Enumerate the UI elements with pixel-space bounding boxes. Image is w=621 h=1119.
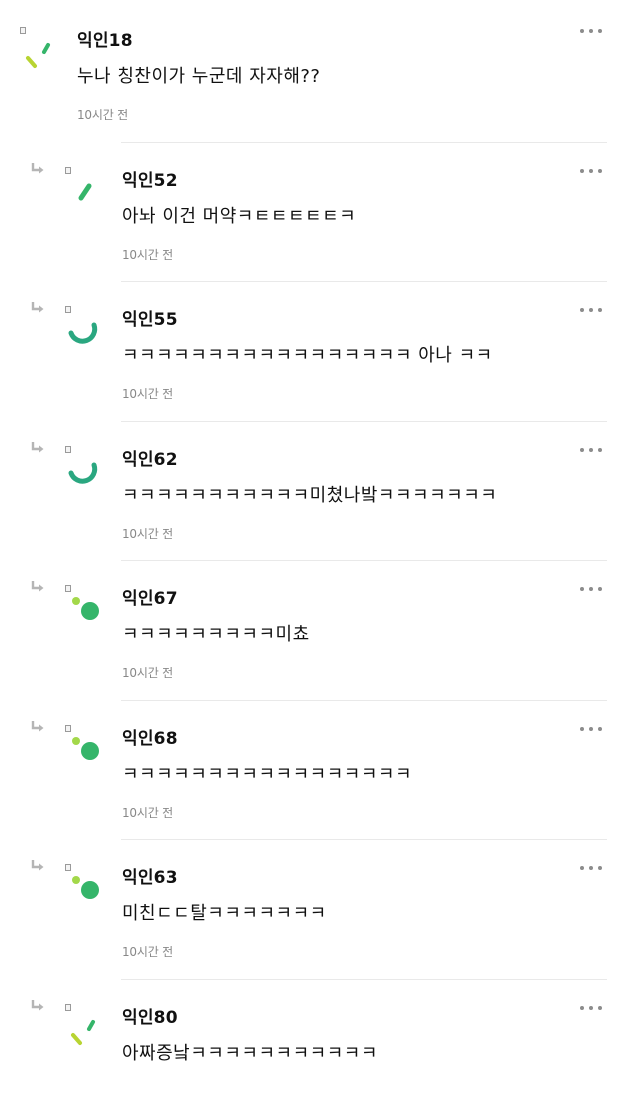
author-name[interactable]: 익인67 — [122, 584, 178, 609]
comment-item: 익인55 ㅋㅋㅋㅋㅋㅋㅋㅋㅋㅋㅋㅋㅋㅋㅋㅋㅋ 아나 ㅋㅋ 10시간 전 — [0, 281, 621, 421]
comment-text: 아놔 이건 머약ㅋㅌㅌㅌㅌㅌㅋ — [122, 205, 357, 227]
separator — [121, 699, 607, 701]
avatar[interactable] — [67, 1009, 107, 1049]
avatar[interactable] — [22, 32, 62, 72]
reply-arrow-icon — [31, 441, 44, 452]
reply-arrow-icon — [31, 999, 44, 1010]
timestamp: 10시간 전 — [122, 945, 174, 959]
comment-text: ㅋㅋㅋㅋㅋㅋㅋㅋㅋㅋㅋ미쳤나밬ㅋㅋㅋㅋㅋㅋㅋ — [122, 484, 498, 506]
author-name[interactable]: 익인52 — [122, 166, 178, 191]
timestamp: 10시간 전 — [122, 666, 174, 680]
separator — [121, 978, 607, 980]
avatar[interactable] — [67, 311, 107, 351]
separator — [121, 281, 607, 282]
more-options-icon[interactable] — [579, 166, 605, 176]
avatar[interactable] — [67, 172, 107, 212]
separator — [121, 560, 607, 561]
avatar[interactable] — [67, 451, 107, 491]
separator — [121, 420, 607, 422]
comment-item: 익인18 누나 칭찬이가 누군데 자자해?? 10시간 전 — [0, 2, 621, 142]
author-name[interactable]: 익인18 — [77, 26, 133, 51]
avatar[interactable] — [67, 590, 107, 630]
more-options-icon[interactable] — [579, 724, 605, 734]
more-options-icon[interactable] — [579, 26, 605, 36]
author-name[interactable]: 익인80 — [122, 1003, 178, 1028]
avatar[interactable] — [67, 869, 107, 909]
reply-arrow-icon — [31, 581, 44, 592]
reply-arrow-icon — [31, 860, 44, 871]
comment-item: 익인63 미친ㄷㄷ탈ㅋㅋㅋㅋㅋㅋㅋ 10시간 전 — [0, 839, 621, 979]
comment-text: ㅋㅋㅋㅋㅋㅋㅋㅋㅋ미쵸 — [122, 624, 310, 645]
reply-arrow-icon — [31, 720, 44, 731]
author-name[interactable]: 익인63 — [122, 863, 178, 888]
more-options-icon[interactable] — [579, 305, 605, 315]
comment-item: 익인80 아짜증낰ㅋㅋㅋㅋㅋㅋㅋㅋㅋㅋㅋ — [0, 978, 621, 1119]
comment-text: 아짜증낰ㅋㅋㅋㅋㅋㅋㅋㅋㅋㅋㅋ — [122, 1042, 378, 1064]
comment-item: 익인67 ㅋㅋㅋㅋㅋㅋㅋㅋㅋ미쵸 10시간 전 — [0, 560, 621, 700]
more-options-icon[interactable] — [579, 1003, 605, 1013]
comment-text: ㅋㅋㅋㅋㅋㅋㅋㅋㅋㅋㅋㅋㅋㅋㅋㅋㅋ — [122, 763, 413, 785]
comment-item: 익인52 아놔 이건 머약ㅋㅌㅌㅌㅌㅌㅋ 10시간 전 — [0, 141, 621, 282]
reply-arrow-icon — [31, 302, 44, 313]
more-options-icon[interactable] — [579, 863, 605, 873]
separator — [121, 839, 607, 840]
comment-text: 누나 칭찬이가 누군데 자자해?? — [77, 66, 321, 87]
more-options-icon[interactable] — [579, 584, 605, 594]
avatar[interactable] — [67, 730, 107, 770]
timestamp: 10시간 전 — [122, 526, 174, 541]
comment-text: 미친ㄷㄷ탈ㅋㅋㅋㅋㅋㅋㅋ — [122, 903, 327, 924]
author-name[interactable]: 익인68 — [122, 724, 178, 749]
timestamp: 10시간 전 — [122, 387, 174, 401]
comment-list: 익인18 누나 칭찬이가 누군데 자자해?? 10시간 전 익인52 아놔 이건… — [0, 0, 621, 1067]
comment-text: ㅋㅋㅋㅋㅋㅋㅋㅋㅋㅋㅋㅋㅋㅋㅋㅋㅋ 아나 ㅋㅋ — [122, 345, 493, 366]
separator — [121, 141, 607, 143]
timestamp: 10시간 전 — [122, 247, 174, 262]
more-options-icon[interactable] — [579, 445, 605, 455]
timestamp: 10시간 전 — [77, 108, 129, 122]
timestamp: 10시간 전 — [122, 805, 174, 820]
comment-item: 익인62 ㅋㅋㅋㅋㅋㅋㅋㅋㅋㅋㅋ미쳤나밬ㅋㅋㅋㅋㅋㅋㅋ 10시간 전 — [0, 420, 621, 561]
comment-item: 익인68 ㅋㅋㅋㅋㅋㅋㅋㅋㅋㅋㅋㅋㅋㅋㅋㅋㅋ 10시간 전 — [0, 699, 621, 840]
author-name[interactable]: 익인55 — [122, 305, 178, 330]
author-name[interactable]: 익인62 — [122, 445, 178, 470]
reply-arrow-icon — [31, 162, 44, 173]
